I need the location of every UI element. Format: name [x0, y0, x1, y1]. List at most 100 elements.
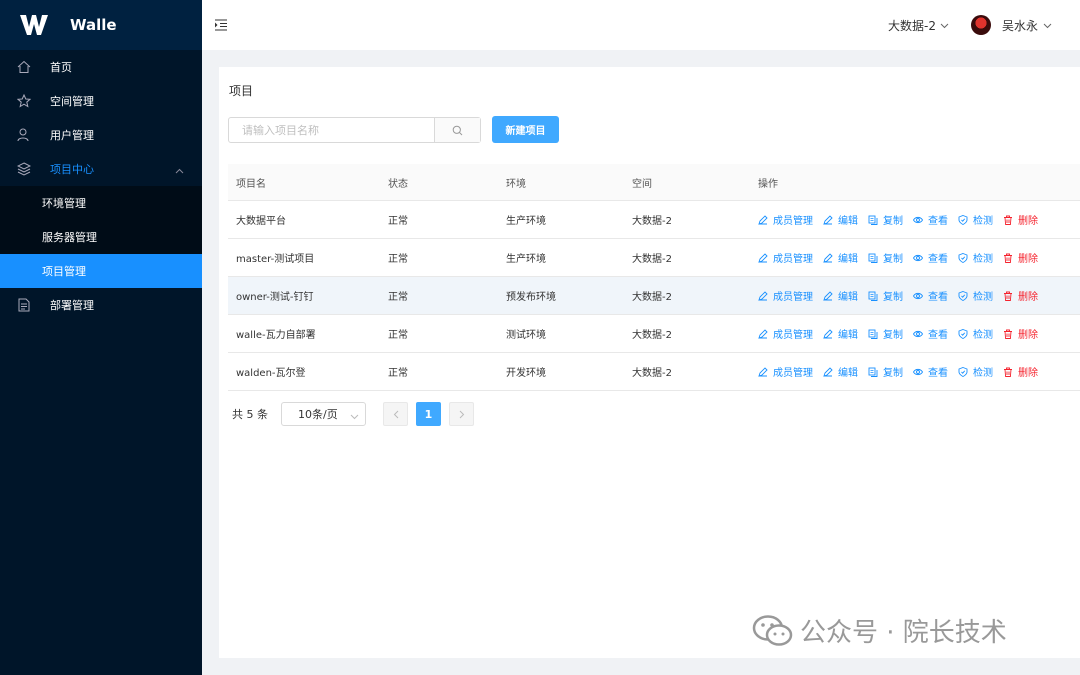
member-manage-button[interactable]: 成员管理 [758, 250, 813, 265]
member-manage-button[interactable]: 成员管理 [758, 212, 813, 227]
edit-button[interactable]: 编辑 [823, 364, 858, 379]
user-menu[interactable]: 吴水永 [970, 15, 1052, 35]
sidebar-item-env[interactable]: 环境管理 [0, 186, 202, 220]
edit-button[interactable]: 编辑 [823, 326, 858, 341]
edit-icon [823, 366, 833, 377]
action-label: 成员管理 [773, 216, 813, 227]
column-header: 空间 [632, 178, 652, 190]
sidebar-item-projects[interactable]: 项目管理 [0, 254, 202, 288]
new-project-button[interactable]: 新建项目 [492, 116, 559, 143]
space-cell: 大数据-2 [632, 216, 672, 227]
menu-fold-icon[interactable] [214, 18, 228, 32]
view-button[interactable]: 查看 [913, 364, 948, 379]
copy-button[interactable]: 复制 [868, 250, 903, 265]
table-row: 大数据平台 正常 生产环境 大数据-2 成员管理 编辑 复制 查看 检测 删除 [228, 201, 1080, 239]
edit-icon [758, 252, 768, 263]
view-button[interactable]: 查看 [913, 288, 948, 303]
sidebar-item-label: 空间管理 [50, 95, 94, 108]
copy-button[interactable]: 复制 [868, 212, 903, 227]
view-button[interactable]: 查看 [913, 326, 948, 341]
delete-button[interactable]: 删除 [1003, 250, 1038, 265]
edit-button[interactable]: 编辑 [823, 288, 858, 303]
check-button[interactable]: 检测 [958, 326, 993, 341]
delete-button[interactable]: 删除 [1003, 288, 1038, 303]
status-cell: 正常 [388, 330, 408, 341]
copy-button[interactable]: 复制 [868, 364, 903, 379]
user-name: 吴水永 [1001, 18, 1038, 33]
edit-button[interactable]: 编辑 [823, 212, 858, 227]
actions-cell: 成员管理 编辑 复制 查看 检测 删除 [751, 288, 1080, 303]
project-name-cell: 大数据平台 [236, 216, 286, 227]
shield-check-icon [958, 290, 968, 301]
sidebar-item-home[interactable]: 首页 [0, 50, 202, 84]
sidebar-item-space[interactable]: 空间管理 [0, 84, 202, 118]
total-count: 共 5 条 [232, 408, 268, 421]
action-label: 检测 [973, 254, 993, 265]
column-header: 项目名 [236, 178, 266, 190]
edit-icon [758, 366, 768, 377]
header: 大数据-2 吴水永 [202, 0, 1080, 50]
chevron-left-icon [393, 410, 398, 418]
delete-button[interactable]: 删除 [1003, 212, 1038, 227]
search-button[interactable] [434, 118, 480, 142]
env-cell: 测试环境 [506, 330, 546, 341]
shield-check-icon [958, 214, 968, 225]
copy-icon [868, 367, 878, 377]
table-row: owner-测试-钉钉 正常 预发布环境 大数据-2 成员管理 编辑 复制 查看 检测 删除 [228, 277, 1080, 315]
actions-cell: 成员管理 编辑 复制 查看 检测 删除 [751, 364, 1080, 379]
action-label: 查看 [928, 330, 948, 341]
view-button[interactable]: 查看 [913, 212, 948, 227]
search-input[interactable] [229, 118, 434, 142]
page-size-select[interactable]: 10条/页 [281, 402, 366, 426]
prev-page-button[interactable] [383, 402, 408, 426]
check-button[interactable]: 检测 [958, 288, 993, 303]
pagination: 共 5 条 10条/页 1 [232, 402, 482, 426]
action-label: 成员管理 [773, 330, 813, 341]
member-manage-button[interactable]: 成员管理 [758, 326, 813, 341]
chevron-down-icon [940, 18, 949, 32]
shield-check-icon [958, 252, 968, 263]
next-page-button[interactable] [449, 402, 474, 426]
delete-button[interactable]: 删除 [1003, 364, 1038, 379]
check-button[interactable]: 检测 [958, 212, 993, 227]
sidebar-item-users[interactable]: 用户管理 [0, 118, 202, 152]
actions-cell: 成员管理 编辑 复制 查看 检测 删除 [751, 326, 1080, 341]
action-label: 复制 [883, 216, 903, 227]
member-manage-button[interactable]: 成员管理 [758, 364, 813, 379]
sidebar-item-deploy[interactable]: 部署管理 [0, 288, 202, 322]
member-manage-button[interactable]: 成员管理 [758, 288, 813, 303]
page-button-current[interactable]: 1 [416, 402, 441, 426]
delete-icon [1004, 291, 1012, 301]
space-selector[interactable]: 大数据-2 [888, 17, 949, 34]
main-panel: 项目 新建项目 项目名 状态 环境 空间 操作 大数据平台正常生产环境大数据-2… [219, 67, 1080, 658]
copy-button[interactable]: 复制 [868, 288, 903, 303]
action-label: 删除 [1018, 254, 1038, 265]
delete-icon [1004, 329, 1012, 339]
chevron-down-icon [350, 410, 359, 423]
search-icon [452, 125, 463, 135]
chevron-right-icon [459, 410, 464, 418]
sidebar-item-project-center[interactable]: 项目中心 [0, 152, 202, 186]
walle-logo-icon [20, 15, 48, 35]
action-label: 成员管理 [773, 254, 813, 265]
check-button[interactable]: 检测 [958, 364, 993, 379]
sidebar-item-servers[interactable]: 服务器管理 [0, 220, 202, 254]
edit-icon [758, 290, 768, 301]
action-label: 删除 [1018, 216, 1038, 227]
delete-button[interactable]: 删除 [1003, 326, 1038, 341]
eye-icon [913, 292, 923, 299]
sidebar-item-label: 项目中心 [50, 163, 94, 176]
chevron-down-icon [1043, 18, 1052, 32]
star-icon [16, 93, 32, 109]
copy-button[interactable]: 复制 [868, 326, 903, 341]
deploy-doc-icon [16, 297, 32, 313]
logo[interactable]: Walle [0, 0, 202, 50]
view-button[interactable]: 查看 [913, 250, 948, 265]
action-label: 删除 [1018, 330, 1038, 341]
action-label: 编辑 [838, 216, 858, 227]
eye-icon [913, 254, 923, 261]
edit-button[interactable]: 编辑 [823, 250, 858, 265]
check-button[interactable]: 检测 [958, 250, 993, 265]
env-cell: 开发环境 [506, 368, 546, 379]
sidebar-item-label: 用户管理 [50, 129, 94, 142]
